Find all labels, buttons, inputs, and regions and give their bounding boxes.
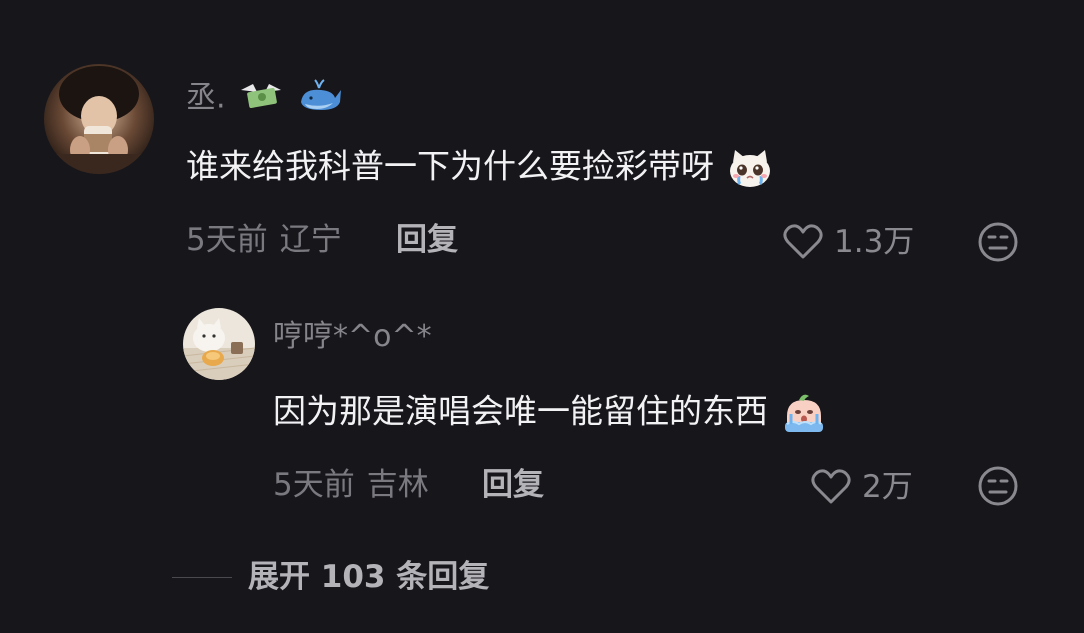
whale-icon: [297, 78, 343, 120]
comment-text: 因为那是演唱会唯一能留住的东西: [273, 392, 827, 434]
person-drinking-coffee-avatar-icon: [44, 64, 154, 174]
username[interactable]: 哼哼*^o^*: [273, 322, 432, 352]
comment-time: 5天前: [186, 222, 268, 258]
cat-and-food-avatar-icon: [183, 308, 255, 380]
heart-icon: [783, 224, 823, 259]
like-button[interactable]: 1.3万: [782, 223, 914, 261]
comment-location: 辽宁: [279, 222, 342, 258]
comment-meta: 5天前 辽宁: [186, 225, 342, 256]
username-text: 丞.: [186, 80, 226, 116]
comment-location: 吉林: [366, 467, 429, 503]
crying-cat-icon: [725, 147, 773, 187]
username-text: 哼哼*^o^*: [273, 319, 432, 354]
dislike-button[interactable]: [977, 221, 1019, 267]
neutral-face-icon: [978, 222, 1018, 262]
reply-button[interactable]: 回复: [396, 225, 458, 256]
comment-meta: 5天前 吉林: [273, 470, 429, 501]
crying-face-icon: [779, 392, 827, 432]
reply-button[interactable]: 回复: [482, 470, 544, 501]
comment-text-body: 因为那是演唱会唯一能留住的东西: [273, 391, 768, 431]
comment-text-body: 谁来给我科普一下为什么要捡彩带呀: [186, 146, 714, 186]
comment-time: 5天前: [273, 467, 355, 503]
divider-line: [172, 577, 232, 578]
comment-text: 谁来给我科普一下为什么要捡彩带呀: [186, 148, 773, 188]
like-count: 1.3万: [834, 223, 915, 260]
like-button[interactable]: 2万: [810, 468, 913, 506]
user-avatar[interactable]: [44, 64, 154, 174]
heart-icon: [811, 469, 851, 504]
username[interactable]: 丞.: [186, 78, 343, 120]
expand-replies-label: 展开 103 条回复: [248, 559, 490, 595]
money-with-wings-icon: [239, 78, 283, 120]
neutral-face-icon: [978, 466, 1018, 506]
user-avatar[interactable]: [183, 308, 255, 380]
dislike-button[interactable]: [977, 465, 1019, 511]
expand-replies-button[interactable]: 展开 103 条回复: [172, 562, 489, 593]
like-count: 2万: [862, 468, 913, 505]
